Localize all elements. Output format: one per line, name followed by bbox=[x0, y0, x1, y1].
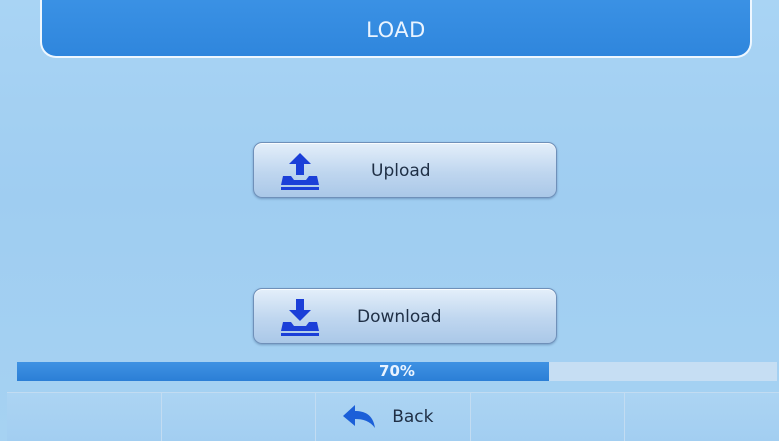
download-tray-icon bbox=[281, 299, 319, 336]
back-label: Back bbox=[392, 407, 434, 427]
back-arrow-icon bbox=[343, 405, 376, 428]
title-bar: LOAD bbox=[40, 0, 752, 58]
bottom-bar-slot-4 bbox=[470, 393, 626, 441]
download-button[interactable]: Download bbox=[253, 288, 557, 344]
bottom-bar-slot-1 bbox=[7, 393, 162, 441]
progress-bar: 70% bbox=[17, 362, 777, 381]
bottom-bar-slot-2 bbox=[161, 393, 317, 441]
upload-label: Upload bbox=[371, 161, 431, 181]
download-label: Download bbox=[357, 307, 442, 327]
progress-percent: 70% bbox=[379, 362, 415, 380]
upload-button[interactable]: Upload bbox=[253, 142, 557, 198]
upload-tray-icon bbox=[281, 153, 319, 190]
back-button[interactable]: Back bbox=[316, 393, 471, 441]
bottom-bar-slot-5 bbox=[625, 393, 779, 441]
load-screen: LOAD Upload Download 70% Back bbox=[0, 0, 779, 441]
bottom-bar: Back bbox=[7, 392, 779, 441]
page-title: LOAD bbox=[366, 18, 426, 42]
